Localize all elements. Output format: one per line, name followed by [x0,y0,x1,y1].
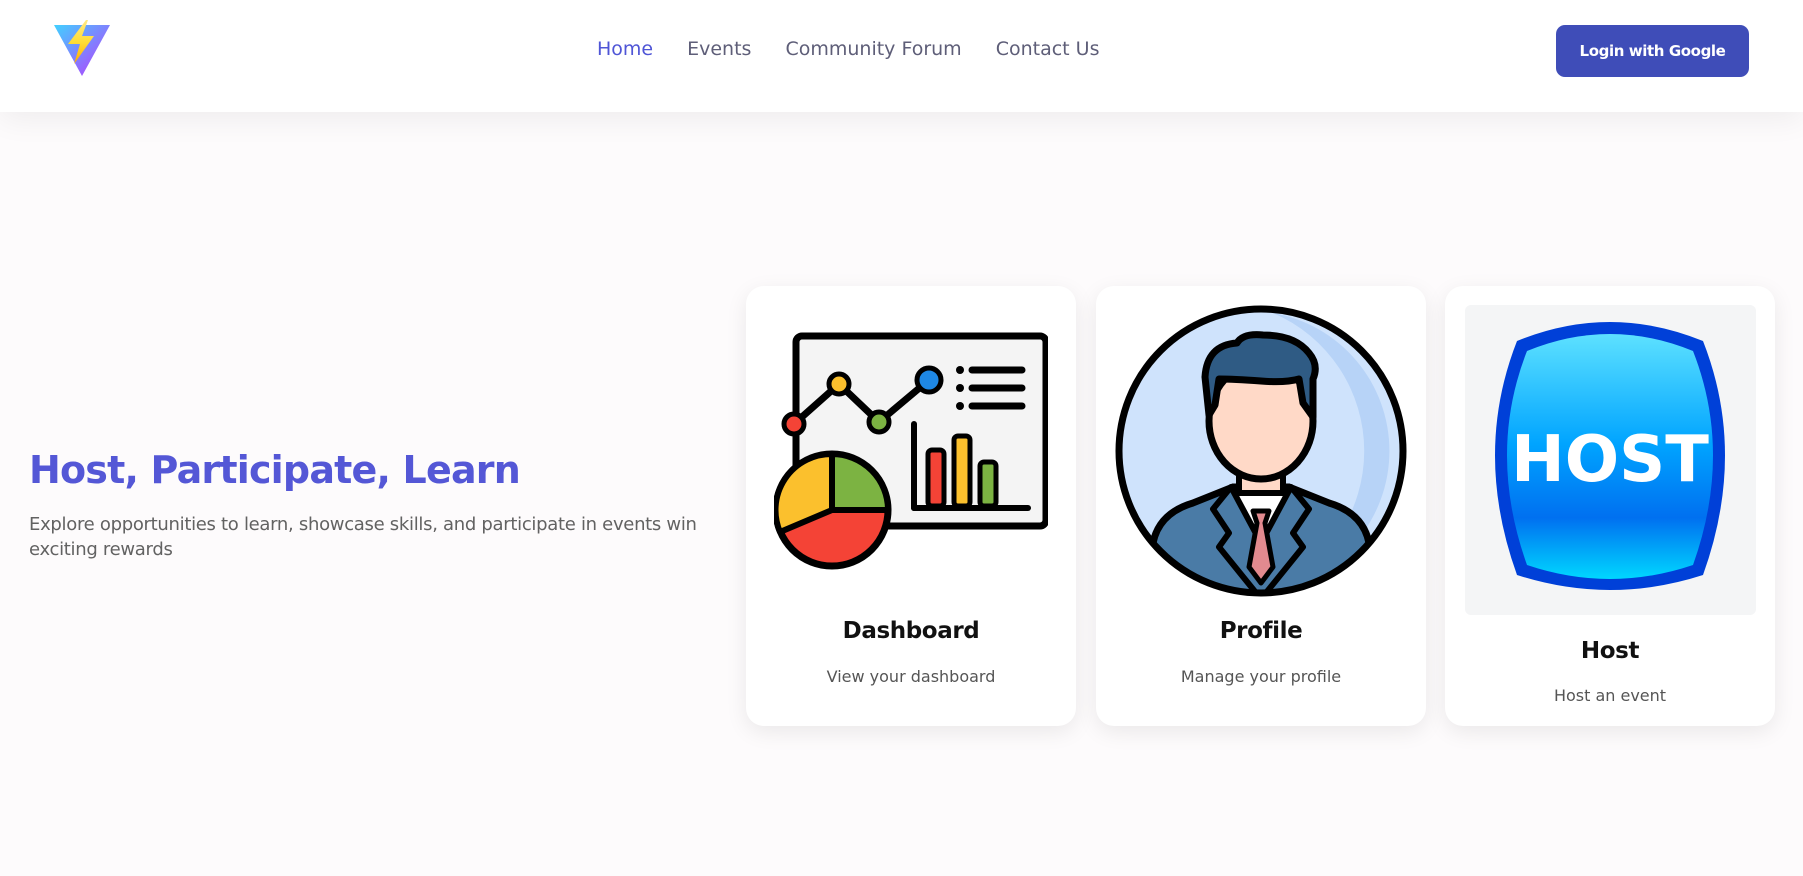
profile-avatar-icon [1115,305,1407,597]
dashboard-card[interactable]: Dashboard View your dashboard [746,286,1076,726]
host-badge-text: HOST [1511,423,1709,497]
hero-subtitle: Explore opportunities to learn, showcase… [29,514,697,560]
nav-community-forum[interactable]: Community Forum [785,38,961,60]
card-description: Manage your profile [1180,667,1342,686]
nav-home[interactable]: Home [597,38,653,60]
dashboard-chart-icon [774,332,1048,570]
card-title: Dashboard [842,618,980,644]
hero-title: Host, Participate, Learn [29,448,521,492]
card-description: Host an event [1553,686,1667,705]
nav-events[interactable]: Events [687,38,751,60]
vite-bolt-logo-icon[interactable] [52,20,112,78]
host-badge-icon: HOST [1495,322,1725,590]
login-with-google-button[interactable]: Login with Google [1556,25,1749,77]
host-image-frame: HOST [1465,305,1756,615]
nav-contact-us[interactable]: Contact Us [996,38,1100,60]
card-title: Host [1580,638,1640,664]
card-title: Profile [1219,618,1303,644]
card-description: View your dashboard [826,667,996,686]
hero-section: Host, Participate, Learn Explore opportu… [29,446,729,562]
main-nav: Home Events Community Forum Contact Us [597,38,1099,60]
profile-card[interactable]: Profile Manage your profile [1096,286,1426,726]
navbar: Home Events Community Forum Contact Us L… [0,0,1803,112]
host-card[interactable]: HOST Host Host an event [1445,286,1775,726]
